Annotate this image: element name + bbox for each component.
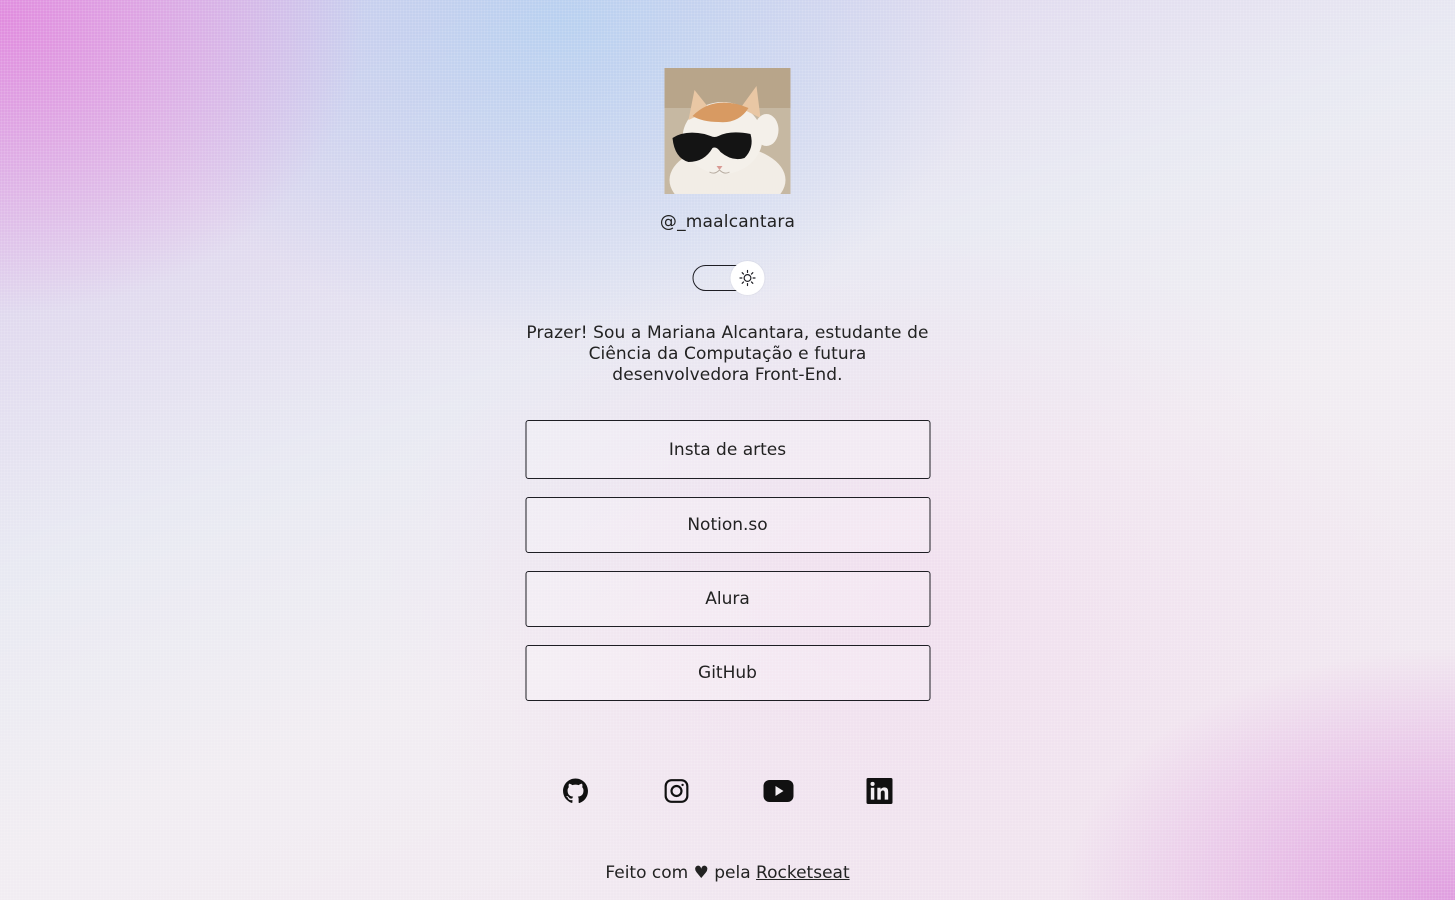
sun-icon: [739, 269, 756, 287]
footer-text: Feito com ♥ pela: [605, 863, 757, 883]
instagram-icon: [664, 779, 689, 803]
linkedin-link[interactable]: [860, 771, 900, 811]
youtube-link[interactable]: [758, 771, 798, 811]
theme-toggle[interactable]: [692, 261, 765, 295]
cat-avatar-image: [664, 68, 791, 194]
social-links: [525, 771, 930, 811]
link-button-insta-artes[interactable]: Insta de artes: [525, 420, 930, 479]
theme-toggle-knob[interactable]: [730, 261, 765, 295]
link-button-notion[interactable]: Notion.so: [525, 497, 930, 553]
github-link[interactable]: [555, 771, 595, 811]
profile-container: @_maalcantara Prazer! Sou a Mariana Alca…: [525, 68, 930, 811]
bio-text: Prazer! Sou a Mariana Alcantara, estudan…: [526, 323, 929, 385]
linkedin-icon: [866, 778, 893, 804]
links-list: Insta de artes Notion.so Alura GitHub: [525, 420, 930, 701]
link-button-alura[interactable]: Alura: [525, 571, 930, 627]
username: @_maalcantara: [659, 212, 796, 232]
link-button-github[interactable]: GitHub: [525, 645, 930, 701]
github-icon: [562, 778, 588, 803]
youtube-icon: [763, 780, 794, 802]
rocketseat-link[interactable]: Rocketseat: [756, 863, 850, 883]
footer: Feito com ♥ pela Rocketseat: [0, 863, 1455, 883]
instagram-link[interactable]: [657, 771, 697, 811]
avatar: [664, 68, 791, 194]
